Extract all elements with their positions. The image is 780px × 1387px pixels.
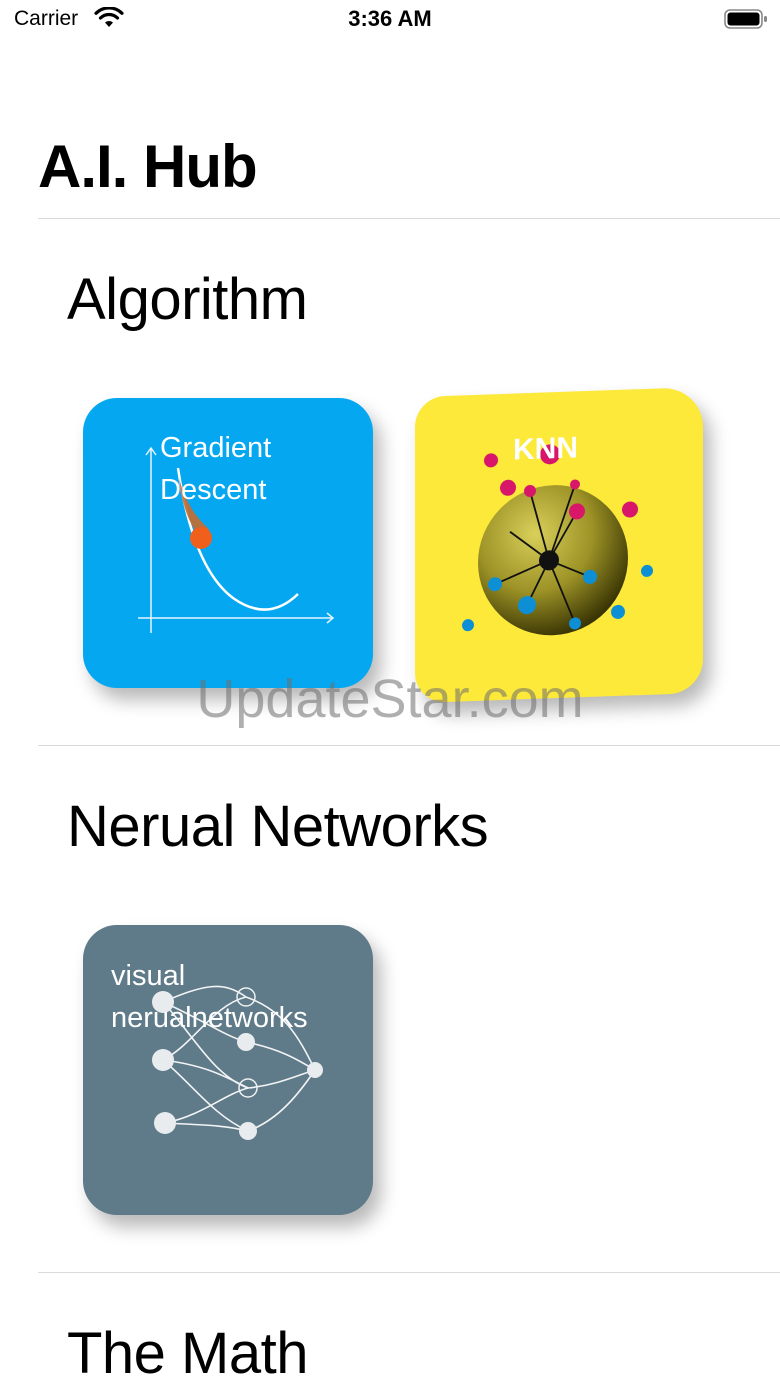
- section-divider-1: [38, 745, 780, 746]
- status-bar: Carrier 3:36 AM: [0, 0, 780, 40]
- gradient-descent-card[interactable]: Gradient Descent: [83, 398, 373, 688]
- gradient-descent-label: Gradient Descent: [160, 432, 272, 506]
- visual-neural-networks-card[interactable]: visual nerualnetworks: [83, 925, 373, 1215]
- knn-label: KNN: [513, 431, 578, 467]
- section-title-the-math: The Math: [67, 1321, 309, 1386]
- visual-neural-networks-label: visual nerualnetworks: [111, 960, 308, 1034]
- page-title: A.I. Hub: [38, 133, 258, 200]
- watermark: UpdateStar.com: [196, 669, 584, 729]
- section-title-algorithm: Algorithm: [67, 267, 308, 332]
- section-title-neural-networks: Nerual Networks: [67, 794, 489, 859]
- battery-full-icon: [724, 9, 767, 29]
- section-divider-2: [38, 1272, 780, 1273]
- status-time: 3:36 AM: [348, 6, 432, 31]
- knn-card[interactable]: KNN: [415, 386, 703, 704]
- title-divider: [38, 218, 780, 219]
